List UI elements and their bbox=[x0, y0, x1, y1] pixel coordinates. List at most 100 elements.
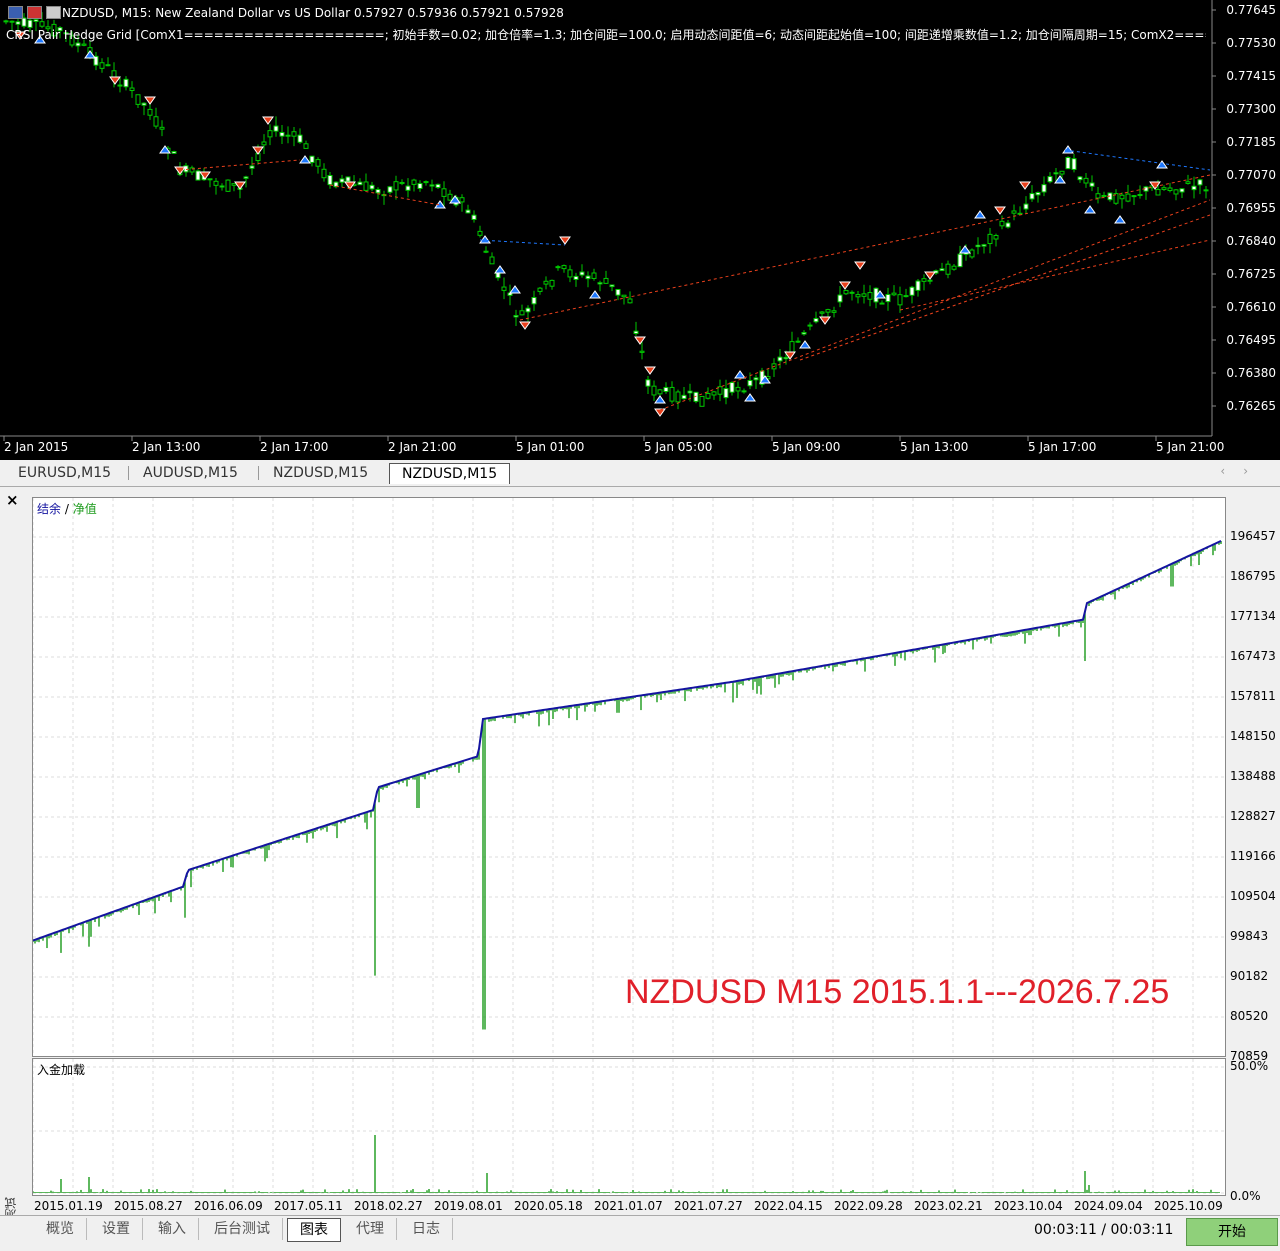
candle-body bbox=[411, 179, 417, 185]
bars-icon bbox=[46, 6, 61, 19]
candle-body bbox=[357, 181, 363, 186]
candle-body bbox=[819, 311, 825, 314]
price-tick-label: 0.77645 bbox=[1226, 3, 1276, 17]
candle-body bbox=[681, 394, 687, 400]
equity-y-label: 80520 bbox=[1230, 1009, 1269, 1023]
candle-body bbox=[1125, 193, 1131, 202]
candle-body bbox=[633, 330, 639, 335]
candle-body bbox=[135, 94, 141, 105]
buy-arrow-icon bbox=[734, 370, 746, 379]
tab-graph[interactable]: 图表 bbox=[287, 1218, 341, 1242]
trade-link-line bbox=[899, 239, 1211, 311]
equity-y-label: 196457 bbox=[1230, 529, 1276, 543]
price-tick-label: 0.76840 bbox=[1226, 234, 1276, 248]
buy-arrow-icon bbox=[654, 395, 666, 404]
candle-body bbox=[21, 17, 27, 27]
candle-body bbox=[753, 377, 759, 381]
buy-arrow-icon bbox=[1084, 205, 1096, 214]
candle-body bbox=[153, 116, 159, 127]
candle-body bbox=[213, 180, 219, 186]
candle-body bbox=[525, 307, 531, 313]
candle-body bbox=[129, 87, 135, 92]
candle-body bbox=[825, 309, 831, 313]
tab-overview[interactable]: 概览 bbox=[34, 1218, 87, 1240]
start-button[interactable]: 开始 bbox=[1186, 1218, 1278, 1246]
tab-backtest[interactable]: 后台测试 bbox=[202, 1218, 283, 1240]
tab-audusd-m15[interactable]: AUDUSD,M15 bbox=[131, 463, 250, 483]
equity-y-label: 128827 bbox=[1230, 809, 1276, 823]
time-tick-label: 2 Jan 2015 bbox=[4, 440, 69, 454]
tester-x-label: 2017.05.11 bbox=[274, 1199, 343, 1213]
sell-arrow-icon bbox=[994, 206, 1006, 215]
tab-nzdusd-m15[interactable]: NZDUSD,M15 bbox=[261, 463, 380, 483]
candle-body bbox=[585, 275, 591, 280]
candle-body bbox=[711, 391, 717, 396]
equity-y-label: 186795 bbox=[1230, 569, 1276, 583]
sell-arrow-icon bbox=[262, 116, 274, 125]
candle-body bbox=[999, 220, 1005, 227]
sell-arrow-icon bbox=[634, 336, 646, 345]
deposit-legend: 入金加载 bbox=[37, 1063, 86, 1077]
candle-body bbox=[1047, 176, 1053, 183]
tab-nzdusd-m15-active[interactable]: NZDUSD,M15 bbox=[389, 463, 511, 484]
candle-body bbox=[567, 269, 573, 278]
time-tick-label: 5 Jan 13:00 bbox=[900, 440, 969, 454]
candle-body bbox=[1191, 185, 1197, 191]
candle-body bbox=[537, 287, 543, 292]
tab-inputs[interactable]: 输入 bbox=[146, 1218, 199, 1240]
tab-divider bbox=[128, 466, 129, 480]
tester-x-label: 2018.02.27 bbox=[354, 1199, 423, 1213]
candle-body bbox=[465, 209, 471, 214]
candle-body bbox=[885, 294, 891, 303]
candle-body bbox=[399, 181, 405, 185]
candle-body bbox=[477, 230, 483, 236]
candle-body bbox=[927, 279, 933, 282]
candle-body bbox=[1005, 222, 1011, 228]
tab-agents[interactable]: 代理 bbox=[344, 1218, 397, 1240]
candle-body bbox=[1167, 187, 1173, 192]
tab-eurusd-m15[interactable]: EURUSD,M15 bbox=[6, 463, 123, 483]
candle-body bbox=[501, 286, 507, 291]
candle-body bbox=[591, 272, 597, 279]
tab-scroll-arrows[interactable]: ‹› bbox=[1220, 464, 1266, 478]
deposit-y-label-min: 0.0% bbox=[1230, 1189, 1261, 1203]
equity-y-label: 90182 bbox=[1230, 969, 1269, 983]
candle-body bbox=[705, 393, 711, 399]
tab-divider bbox=[258, 466, 259, 480]
buy-arrow-icon bbox=[479, 235, 491, 244]
candle-body bbox=[609, 284, 615, 288]
candle-body bbox=[1053, 172, 1059, 175]
tab-settings[interactable]: 设置 bbox=[90, 1218, 143, 1240]
equity-legend: 结余 / 净值 bbox=[37, 500, 97, 517]
candle-body bbox=[843, 289, 849, 295]
candle-body bbox=[951, 265, 957, 270]
candle-body bbox=[723, 388, 729, 399]
candle-body bbox=[9, 20, 15, 23]
time-tick-label: 5 Jan 01:00 bbox=[516, 440, 585, 454]
equity-y-label: 167473 bbox=[1230, 649, 1276, 663]
sell-arrow-icon bbox=[654, 408, 666, 417]
close-icon[interactable]: × bbox=[6, 491, 19, 509]
candle-body bbox=[897, 294, 903, 306]
tester-x-label: 2022.04.15 bbox=[754, 1199, 823, 1213]
tester-x-label: 2016.06.09 bbox=[194, 1199, 263, 1213]
chart-window-icons bbox=[8, 6, 61, 19]
candle-body bbox=[141, 102, 147, 106]
candle-body bbox=[939, 268, 945, 272]
candle-body bbox=[1197, 179, 1203, 186]
price-chart[interactable]: NZDUSD, M15: New Zealand Dollar vs US Do… bbox=[0, 0, 1280, 460]
candle-body bbox=[171, 151, 177, 154]
deposit-load-chart: 入金加载 bbox=[32, 1058, 1226, 1196]
candle-body bbox=[441, 188, 447, 197]
tester-x-label: 2015.08.27 bbox=[114, 1199, 183, 1213]
candle-body bbox=[225, 179, 231, 192]
candle-body bbox=[573, 275, 579, 280]
indicator-params: CRSI Pair Hedge Grid [ComX1=============… bbox=[6, 28, 1206, 42]
candle-body bbox=[1035, 192, 1041, 196]
candle-body bbox=[831, 310, 837, 313]
buy-arrow-icon bbox=[84, 50, 96, 59]
tab-journal[interactable]: 日志 bbox=[400, 1218, 453, 1240]
candle-body bbox=[1119, 194, 1125, 200]
time-tick-label: 5 Jan 21:00 bbox=[1156, 440, 1225, 454]
candle-body bbox=[279, 131, 285, 137]
